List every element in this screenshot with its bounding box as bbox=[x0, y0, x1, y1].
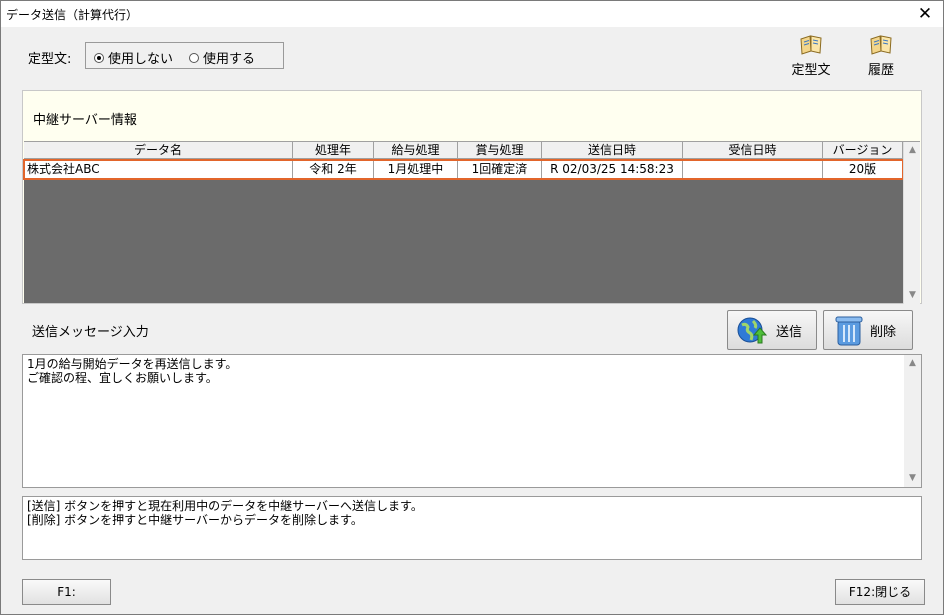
scroll-up-icon[interactable]: ▲ bbox=[904, 355, 921, 372]
help-text-box: [送信] ボタンを押すと現在利用中のデータを中継サーバーへ送信します。 [削除]… bbox=[22, 496, 922, 560]
column-header[interactable]: 受信日時 bbox=[683, 142, 823, 159]
window-title: データ送信（計算代行） bbox=[6, 8, 139, 22]
dialog-window: データ送信（計算代行） ✕ 定型文: 使用しない 使用する 定型文 履歴 中継サ… bbox=[0, 0, 944, 615]
history-button[interactable]: 履歴 bbox=[851, 33, 911, 81]
book-icon bbox=[870, 35, 892, 55]
f1-button[interactable]: F1: bbox=[22, 579, 111, 605]
book-icon bbox=[800, 35, 822, 55]
relay-panel-title: 中継サーバー情報 bbox=[33, 113, 137, 128]
column-header[interactable]: 賞与処理 bbox=[458, 142, 542, 159]
table-cell: R 02/03/25 14:58:23 bbox=[542, 160, 683, 179]
table-cell: 令和 2年 bbox=[293, 160, 374, 179]
column-header[interactable]: 処理年 bbox=[293, 142, 374, 159]
delete-button-label: 削除 bbox=[870, 324, 897, 340]
help-line: [送信] ボタンを押すと現在利用中のデータを中継サーバーへ送信します。 bbox=[27, 499, 423, 513]
delete-button[interactable]: 削除 bbox=[823, 310, 913, 350]
column-header[interactable]: バージョン bbox=[823, 142, 903, 159]
help-line: [削除] ボタンを押すと中継サーバーからデータを削除します。 bbox=[27, 513, 363, 527]
grid-header-row: データ名 処理年 給与処理 賞与処理 送信日時 受信日時 バージョン bbox=[24, 142, 903, 159]
help-text: [送信] ボタンを押すと現在利用中のデータを中継サーバーへ送信します。 [削除]… bbox=[27, 499, 423, 527]
grid-scrollbar[interactable]: ▲ ▼ bbox=[903, 142, 920, 304]
teikei-label: 定型文: bbox=[28, 52, 72, 67]
relay-server-panel: 中継サーバー情報 データ名 処理年 給与処理 賞与処理 送信日時 受信日時 バー… bbox=[22, 90, 922, 304]
scroll-down-icon[interactable]: ▼ bbox=[904, 470, 921, 487]
table-cell: 1月処理中 bbox=[374, 160, 458, 179]
radio-indicator bbox=[189, 52, 199, 63]
radio-use-label: 使用する bbox=[203, 52, 256, 67]
teikei-button-label: 定型文 bbox=[791, 63, 831, 78]
table-cell: 株式会社ABC bbox=[24, 160, 293, 179]
table-cell: 1回確定済 bbox=[458, 160, 542, 179]
history-button-label: 履歴 bbox=[867, 63, 894, 78]
table-cell: 20版 bbox=[823, 160, 903, 179]
message-text: 1月の給与開始データを再送信します。 ご確認の程、宜しくお願いします。 bbox=[27, 357, 237, 385]
trash-icon bbox=[835, 316, 863, 346]
radio-indicator-selected bbox=[94, 52, 104, 63]
send-button[interactable]: 送信 bbox=[727, 310, 817, 350]
column-header[interactable]: データ名 bbox=[24, 142, 293, 159]
message-input-label: 送信メッセージ入力 bbox=[32, 325, 149, 340]
relay-data-grid[interactable]: データ名 処理年 給与処理 賞与処理 送信日時 受信日時 バージョン 株式会社A… bbox=[23, 141, 920, 304]
teikei-radio-group: 使用しない 使用する bbox=[85, 42, 284, 69]
message-scrollbar[interactable]: ▲ ▼ bbox=[904, 355, 921, 487]
globe-upload-icon bbox=[737, 317, 768, 344]
message-line: 1月の給与開始データを再送信します。 bbox=[27, 357, 238, 371]
column-header[interactable]: 送信日時 bbox=[542, 142, 683, 159]
message-textarea[interactable]: 1月の給与開始データを再送信します。 ご確認の程、宜しくお願いします。 ▲ ▼ bbox=[22, 354, 922, 488]
message-line: ご確認の程、宜しくお願いします。 bbox=[27, 371, 218, 385]
send-button-label: 送信 bbox=[776, 324, 803, 340]
teikei-button[interactable]: 定型文 bbox=[781, 33, 841, 81]
scroll-down-icon[interactable]: ▼ bbox=[904, 287, 921, 304]
scroll-up-icon[interactable]: ▲ bbox=[904, 142, 921, 159]
table-row[interactable]: 株式会社ABC 令和 2年 1月処理中 1回確定済 R 02/03/25 14:… bbox=[23, 159, 904, 180]
title-bar: データ送信（計算代行） ✕ bbox=[1, 1, 943, 27]
radio-not-use[interactable]: 使用しない bbox=[94, 48, 173, 67]
f12-close-button[interactable]: F12:閉じる bbox=[835, 579, 925, 605]
radio-use[interactable]: 使用する bbox=[189, 48, 255, 67]
column-header[interactable]: 給与処理 bbox=[374, 142, 458, 159]
close-button[interactable]: ✕ bbox=[909, 1, 941, 27]
radio-not-use-label: 使用しない bbox=[108, 52, 174, 67]
table-cell bbox=[683, 160, 823, 179]
